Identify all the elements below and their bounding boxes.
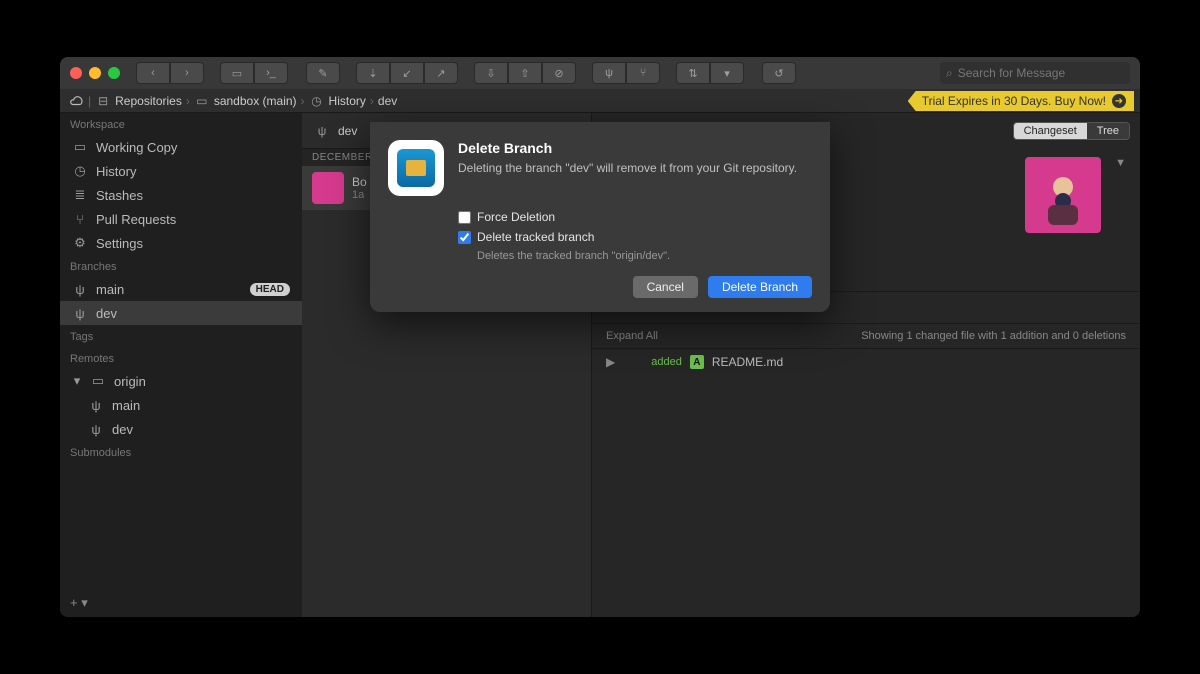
crumb-repositories[interactable]: Repositories xyxy=(115,94,182,108)
finder-button[interactable]: ▭ xyxy=(220,62,254,84)
trial-text: Trial Expires in 30 Days. Buy Now! xyxy=(922,94,1106,108)
pull-request-icon: ⑂ xyxy=(72,212,88,227)
sidebar-item-history[interactable]: ◷History xyxy=(60,159,302,183)
gitflow-button[interactable]: ⇅ xyxy=(676,62,710,84)
search-input[interactable]: ⌕ Search for Message xyxy=(940,62,1130,84)
disk-icon: ⊟ xyxy=(95,94,111,108)
file-status: added xyxy=(651,356,682,368)
dialog-title: Delete Branch xyxy=(458,140,797,156)
fullscreen-window-icon[interactable] xyxy=(108,67,120,79)
view-segmented-control[interactable]: Changeset Tree xyxy=(1013,122,1130,140)
crumb-history[interactable]: History xyxy=(329,94,366,108)
avatar-large xyxy=(1025,157,1101,233)
expand-row: Expand All Showing 1 changed file with 1… xyxy=(592,323,1140,349)
breadcrumb: | ⊟ Repositories › ▭ sandbox (main) › ◷ … xyxy=(60,89,1140,113)
nav-back-button[interactable]: ‹ xyxy=(136,62,170,84)
search-placeholder: Search for Message xyxy=(958,66,1065,80)
app-window: ‹ › ▭ ›_ ✎ ⇣ ↙ ↗ ⇩ ⇧ ⊘ ψ ⑂ ⇅ ▾ ↺ xyxy=(60,57,1140,617)
branch-icon: ψ xyxy=(88,422,104,437)
tab-tree[interactable]: Tree xyxy=(1087,123,1129,139)
cloud-icon xyxy=(68,94,84,108)
crumb-leaf[interactable]: dev xyxy=(378,94,397,108)
crumb-repo[interactable]: sandbox (main) xyxy=(214,94,297,108)
folder-icon: ▭ xyxy=(194,94,210,108)
chevron-down-icon: ▾ xyxy=(72,373,82,389)
file-status-badge: A xyxy=(690,355,704,369)
terminal-button[interactable]: ›_ xyxy=(254,62,288,84)
gear-icon: ⚙ xyxy=(72,235,88,251)
traffic-lights xyxy=(70,67,120,79)
minimize-window-icon[interactable] xyxy=(89,67,101,79)
discard-button[interactable]: ⊘ xyxy=(542,62,576,84)
delete-branch-dialog: Delete Branch Deleting the branch "dev" … xyxy=(370,122,830,312)
remote-icon: ▭ xyxy=(90,373,106,389)
branch-dev[interactable]: ψ dev xyxy=(60,301,302,325)
commit-preview: 1a xyxy=(352,189,367,201)
remote-branch-main[interactable]: ψmain xyxy=(60,393,302,417)
history-icon: ◷ xyxy=(72,163,88,179)
branch-icon: ψ xyxy=(72,282,88,297)
branch-icon: ψ xyxy=(88,398,104,413)
sidebar-item-stashes[interactable]: ≣Stashes xyxy=(60,183,302,207)
cancel-button[interactable]: Cancel xyxy=(633,276,698,298)
delete-tracked-input[interactable] xyxy=(458,231,471,244)
pull-button[interactable]: ↙ xyxy=(390,62,424,84)
sidebar-item-working-copy[interactable]: ▭Working Copy xyxy=(60,135,302,159)
commit-list-title: dev xyxy=(338,124,357,138)
force-deletion-label: Force Deletion xyxy=(477,210,555,224)
undo-button[interactable]: ↺ xyxy=(762,62,796,84)
tab-changeset[interactable]: Changeset xyxy=(1014,123,1087,139)
history-crumb-icon: ◷ xyxy=(309,94,325,108)
delete-tracked-label: Delete tracked branch xyxy=(477,230,594,244)
commit-author: Bo xyxy=(352,175,367,189)
merge-button[interactable]: ⑂ xyxy=(626,62,660,84)
gitflow-menu-button[interactable]: ▾ xyxy=(710,62,744,84)
confirm-delete-button[interactable]: Delete Branch xyxy=(708,276,812,298)
delete-tracked-checkbox[interactable]: Delete tracked branch xyxy=(458,230,812,244)
close-window-icon[interactable] xyxy=(70,67,82,79)
branch-icon: ψ xyxy=(72,306,88,321)
head-badge: HEAD xyxy=(250,283,290,296)
force-deletion-input[interactable] xyxy=(458,211,471,224)
changes-summary: Showing 1 changed file with 1 addition a… xyxy=(861,330,1126,342)
changed-file-row[interactable]: ▶ added A README.md xyxy=(592,349,1140,375)
remote-origin[interactable]: ▾ ▭ origin xyxy=(60,369,302,393)
stashes-icon: ≣ xyxy=(72,187,88,203)
unstash-button[interactable]: ⇧ xyxy=(508,62,542,84)
submodules-header: Submodules xyxy=(60,441,302,463)
avatar xyxy=(312,172,344,204)
branch-button[interactable]: ψ xyxy=(592,62,626,84)
sidebar: Workspace ▭Working Copy ◷History ≣Stashe… xyxy=(60,113,302,617)
disclosure-icon[interactable]: ▼ xyxy=(1111,157,1126,169)
remotes-header: Remotes xyxy=(60,347,302,369)
fetch-button[interactable]: ⇣ xyxy=(356,62,390,84)
sidebar-add-button[interactable]: + ▾ xyxy=(60,589,302,617)
sidebar-item-pull-requests[interactable]: ⑂Pull Requests xyxy=(60,207,302,231)
working-copy-icon: ▭ xyxy=(72,139,88,155)
remote-branch-dev[interactable]: ψdev xyxy=(60,417,302,441)
nav-forward-button[interactable]: › xyxy=(170,62,204,84)
sidebar-item-settings[interactable]: ⚙Settings xyxy=(60,231,302,255)
title-bar: ‹ › ▭ ›_ ✎ ⇣ ↙ ↗ ⇩ ⇧ ⊘ ψ ⑂ ⇅ ▾ ↺ xyxy=(60,57,1140,89)
tags-header: Tags xyxy=(60,325,302,347)
trial-banner[interactable]: Trial Expires in 30 Days. Buy Now! ➜ xyxy=(908,91,1134,111)
force-deletion-checkbox[interactable]: Force Deletion xyxy=(458,210,812,224)
arrow-right-icon: ➜ xyxy=(1112,94,1126,108)
push-button[interactable]: ↗ xyxy=(424,62,458,84)
dialog-description: Deleting the branch "dev" will remove it… xyxy=(458,160,797,177)
delete-tracked-description: Deletes the tracked branch "origin/dev". xyxy=(477,250,812,262)
expand-all-button[interactable]: Expand All xyxy=(606,330,658,342)
branch-icon: ψ xyxy=(314,124,330,138)
app-icon xyxy=(388,140,444,196)
branch-main[interactable]: ψ main HEAD xyxy=(60,277,302,301)
chevron-right-icon: ▶ xyxy=(606,355,615,369)
workspace-header: Workspace xyxy=(60,113,302,135)
file-name: README.md xyxy=(712,355,783,369)
tools-button[interactable]: ✎ xyxy=(306,62,340,84)
search-icon: ⌕ xyxy=(946,66,953,81)
stash-button[interactable]: ⇩ xyxy=(474,62,508,84)
branches-header: Branches xyxy=(60,255,302,277)
